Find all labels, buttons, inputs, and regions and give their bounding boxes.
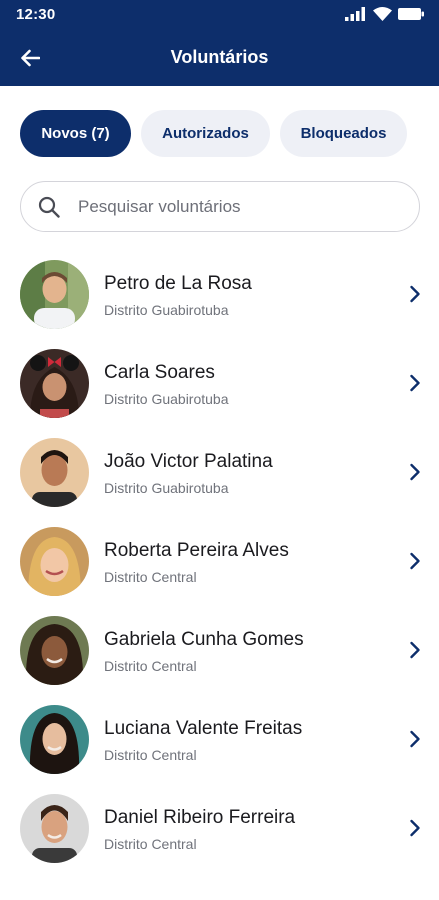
volunteer-row[interactable]: Luciana Valente Freitas Distrito Central xyxy=(0,701,439,790)
avatar xyxy=(20,349,89,418)
volunteer-district: Distrito Guabirotuba xyxy=(104,302,229,318)
chevron-right-icon xyxy=(407,728,423,750)
chevron-right-icon xyxy=(407,461,423,483)
volunteer-row[interactable]: Petro de La Rosa Distrito Guabirotuba xyxy=(0,256,439,345)
volunteer-name: João Victor Palatina xyxy=(104,451,273,472)
status-icons xyxy=(345,7,425,26)
volunteer-name: Gabriela Cunha Gomes xyxy=(104,629,304,650)
volunteer-name: Petro de La Rosa xyxy=(104,273,252,294)
volunteer-name: Carla Soares xyxy=(104,362,215,383)
avatar xyxy=(20,616,89,685)
volunteer-row[interactable]: Daniel Ribeiro Ferreira Distrito Central xyxy=(0,790,439,879)
battery-icon xyxy=(398,7,425,26)
volunteer-list: Petro de La Rosa Distrito Guabirotuba Ca… xyxy=(0,256,439,879)
volunteer-district: Distrito Guabirotuba xyxy=(104,480,229,496)
header-bar: Voluntários xyxy=(0,38,439,78)
chevron-right-icon xyxy=(407,817,423,839)
volunteer-district: Distrito Guabirotuba xyxy=(104,391,229,407)
volunteer-row[interactable]: João Victor Palatina Distrito Guabirotub… xyxy=(0,434,439,523)
volunteer-row[interactable]: Roberta Pereira Alves Distrito Central xyxy=(0,523,439,612)
status-bar: 12:30 xyxy=(0,0,439,30)
avatar xyxy=(20,527,89,596)
search-input[interactable] xyxy=(78,196,378,217)
search-bar xyxy=(20,181,420,232)
avatar xyxy=(20,260,89,329)
avatar xyxy=(20,438,89,507)
signal-icon xyxy=(345,7,367,26)
volunteer-name: Daniel Ribeiro Ferreira xyxy=(104,807,296,828)
app-header: 12:30 Voluntários xyxy=(0,0,439,86)
search-icon xyxy=(38,196,60,218)
volunteer-row[interactable]: Gabriela Cunha Gomes Distrito Central xyxy=(0,612,439,701)
chevron-right-icon xyxy=(407,550,423,572)
volunteer-district: Distrito Central xyxy=(104,569,197,585)
chevron-right-icon xyxy=(407,372,423,394)
avatar xyxy=(20,705,89,774)
volunteer-district: Distrito Central xyxy=(104,836,197,852)
wifi-icon xyxy=(373,7,392,26)
volunteer-district: Distrito Central xyxy=(104,747,197,763)
volunteer-name: Roberta Pereira Alves xyxy=(104,540,289,561)
tab-autorizados[interactable]: Autorizados xyxy=(141,110,270,157)
volunteer-district: Distrito Central xyxy=(104,658,197,674)
tab-bloqueados[interactable]: Bloqueados xyxy=(280,110,407,157)
volunteer-row[interactable]: Carla Soares Distrito Guabirotuba xyxy=(0,345,439,434)
page-title: Voluntários xyxy=(170,47,269,67)
filter-tabs: Novos (7) Autorizados Bloqueados xyxy=(20,110,407,157)
volunteer-name: Luciana Valente Freitas xyxy=(104,718,303,739)
chevron-right-icon xyxy=(407,283,423,305)
status-time: 12:30 xyxy=(16,6,56,23)
chevron-right-icon xyxy=(407,639,423,661)
avatar xyxy=(20,794,89,863)
tab-novos[interactable]: Novos (7) xyxy=(20,110,131,157)
